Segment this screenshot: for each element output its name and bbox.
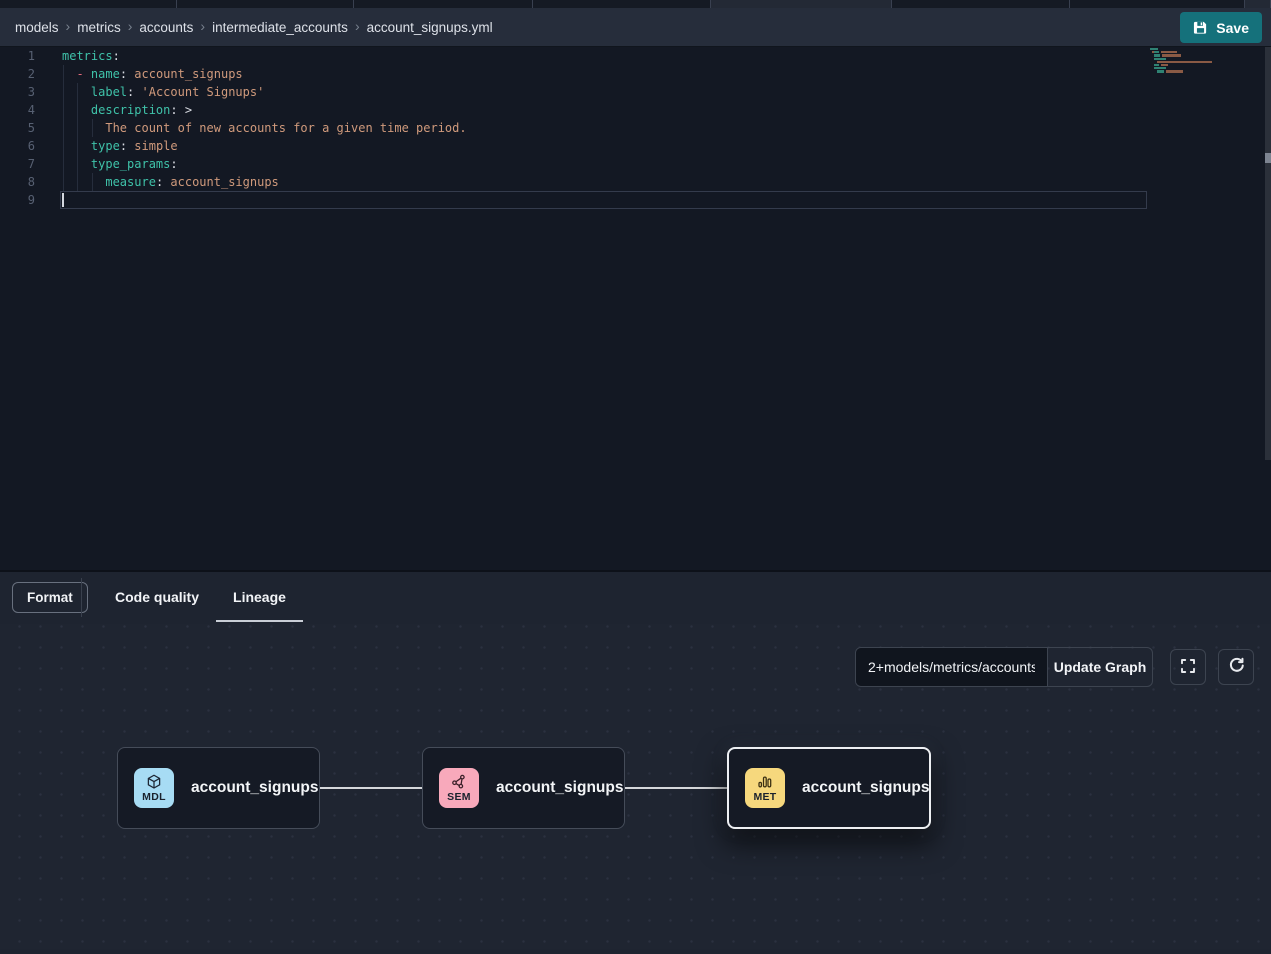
scrollbar-thumb[interactable] xyxy=(1265,153,1271,163)
code-line: type: simple xyxy=(62,137,467,155)
refresh-button[interactable] xyxy=(1218,649,1254,685)
breadcrumb-item[interactable]: models xyxy=(15,20,59,35)
line-number: 4 xyxy=(0,101,35,119)
top-tab[interactable] xyxy=(711,0,892,8)
lineage-edge xyxy=(625,787,727,789)
node-badge: MDL xyxy=(134,768,174,808)
chevron-right-icon: › xyxy=(355,19,360,33)
breadcrumb-item[interactable]: intermediate_accounts xyxy=(212,20,348,35)
code-line: - name: account_signups xyxy=(62,65,467,83)
lineage-selector-group: Update Graph xyxy=(855,647,1153,687)
breadcrumb-bar: models › metrics › accounts › intermediate_acc… xyxy=(0,8,1271,47)
code-lines[interactable]: metrics: - name: account_signups label: … xyxy=(62,47,467,209)
code-line: description: > xyxy=(62,101,467,119)
code-line: type_params: xyxy=(62,155,467,173)
bar-chart-icon xyxy=(756,773,774,792)
lineage-node-sem[interactable]: SEM account_signups xyxy=(422,747,625,829)
format-button[interactable]: Format xyxy=(12,582,88,613)
breadcrumb: models › metrics › accounts › intermediate_acc… xyxy=(0,20,493,35)
cube-icon xyxy=(145,773,163,792)
minimap[interactable] xyxy=(1150,48,1220,77)
line-number: 6 xyxy=(0,137,35,155)
panel-tabs: Code qualityLineage xyxy=(98,572,303,622)
code-line: label: 'Account Signups' xyxy=(62,83,467,101)
top-tab-strip[interactable] xyxy=(0,0,1271,8)
node-badge-label: MET xyxy=(753,792,776,803)
lineage-canvas[interactable]: Update Graph MDLaccount_signupsSE xyxy=(0,624,1271,949)
top-tab[interactable] xyxy=(0,0,177,8)
breadcrumb-item[interactable]: accounts xyxy=(139,20,193,35)
fullscreen-icon xyxy=(1180,658,1196,677)
line-number: 3 xyxy=(0,83,35,101)
lineage-node-met[interactable]: MET account_signups xyxy=(727,747,931,829)
node-label: account_signups xyxy=(496,779,623,797)
line-number: 2 xyxy=(0,65,35,83)
top-tab[interactable] xyxy=(177,0,354,8)
top-tab[interactable] xyxy=(892,0,1070,8)
line-number: 9 xyxy=(0,191,35,209)
node-badge-label: SEM xyxy=(447,792,471,803)
fullscreen-button[interactable] xyxy=(1170,649,1206,685)
tab-code-quality[interactable]: Code quality xyxy=(98,572,216,622)
panel-tabs-row: Format Code qualityLineage xyxy=(0,572,1271,622)
code-editor[interactable]: 123456789 metrics: - name: account_signu… xyxy=(0,47,1271,570)
line-number: 5 xyxy=(0,119,35,137)
code-line xyxy=(62,191,467,209)
code-line: metrics: xyxy=(62,47,467,65)
top-tab[interactable] xyxy=(354,0,533,8)
save-icon xyxy=(1193,20,1208,35)
breadcrumb-item[interactable]: account_signups.yml xyxy=(367,20,493,35)
node-badge: SEM xyxy=(439,768,479,808)
top-tab[interactable] xyxy=(533,0,711,8)
divider xyxy=(81,578,82,617)
tab-lineage[interactable]: Lineage xyxy=(216,572,303,622)
bottom-panel: Format Code qualityLineage Update Graph xyxy=(0,570,1271,954)
line-numbers: 123456789 xyxy=(0,47,35,209)
top-tab[interactable] xyxy=(1245,0,1271,8)
line-number: 1 xyxy=(0,47,35,65)
semantic-network-icon xyxy=(450,773,468,792)
lineage-node-mdl[interactable]: MDL account_signups xyxy=(117,747,320,829)
code-line: measure: account_signups xyxy=(62,173,467,191)
node-badge: MET xyxy=(745,768,785,808)
top-tab[interactable] xyxy=(1070,0,1245,8)
code-line: The count of new accounts for a given ti… xyxy=(62,119,467,137)
node-label: account_signups xyxy=(191,779,318,797)
chevron-right-icon: › xyxy=(66,19,71,33)
lineage-selector-input[interactable] xyxy=(856,648,1048,686)
lineage-edge xyxy=(320,787,422,789)
refresh-icon xyxy=(1228,657,1245,677)
app-window: models › metrics › accounts › intermediate_acc… xyxy=(0,0,1271,954)
chevron-right-icon: › xyxy=(128,19,133,33)
save-button[interactable]: Save xyxy=(1180,12,1262,43)
node-badge-label: MDL xyxy=(142,792,166,803)
editor-scrollbar[interactable] xyxy=(1265,47,1271,460)
line-number: 8 xyxy=(0,173,35,191)
update-graph-button[interactable]: Update Graph xyxy=(1048,648,1152,686)
breadcrumb-item[interactable]: metrics xyxy=(77,20,121,35)
node-label: account_signups xyxy=(802,779,929,797)
line-number: 7 xyxy=(0,155,35,173)
save-label: Save xyxy=(1216,20,1249,36)
chevron-right-icon: › xyxy=(200,19,205,33)
